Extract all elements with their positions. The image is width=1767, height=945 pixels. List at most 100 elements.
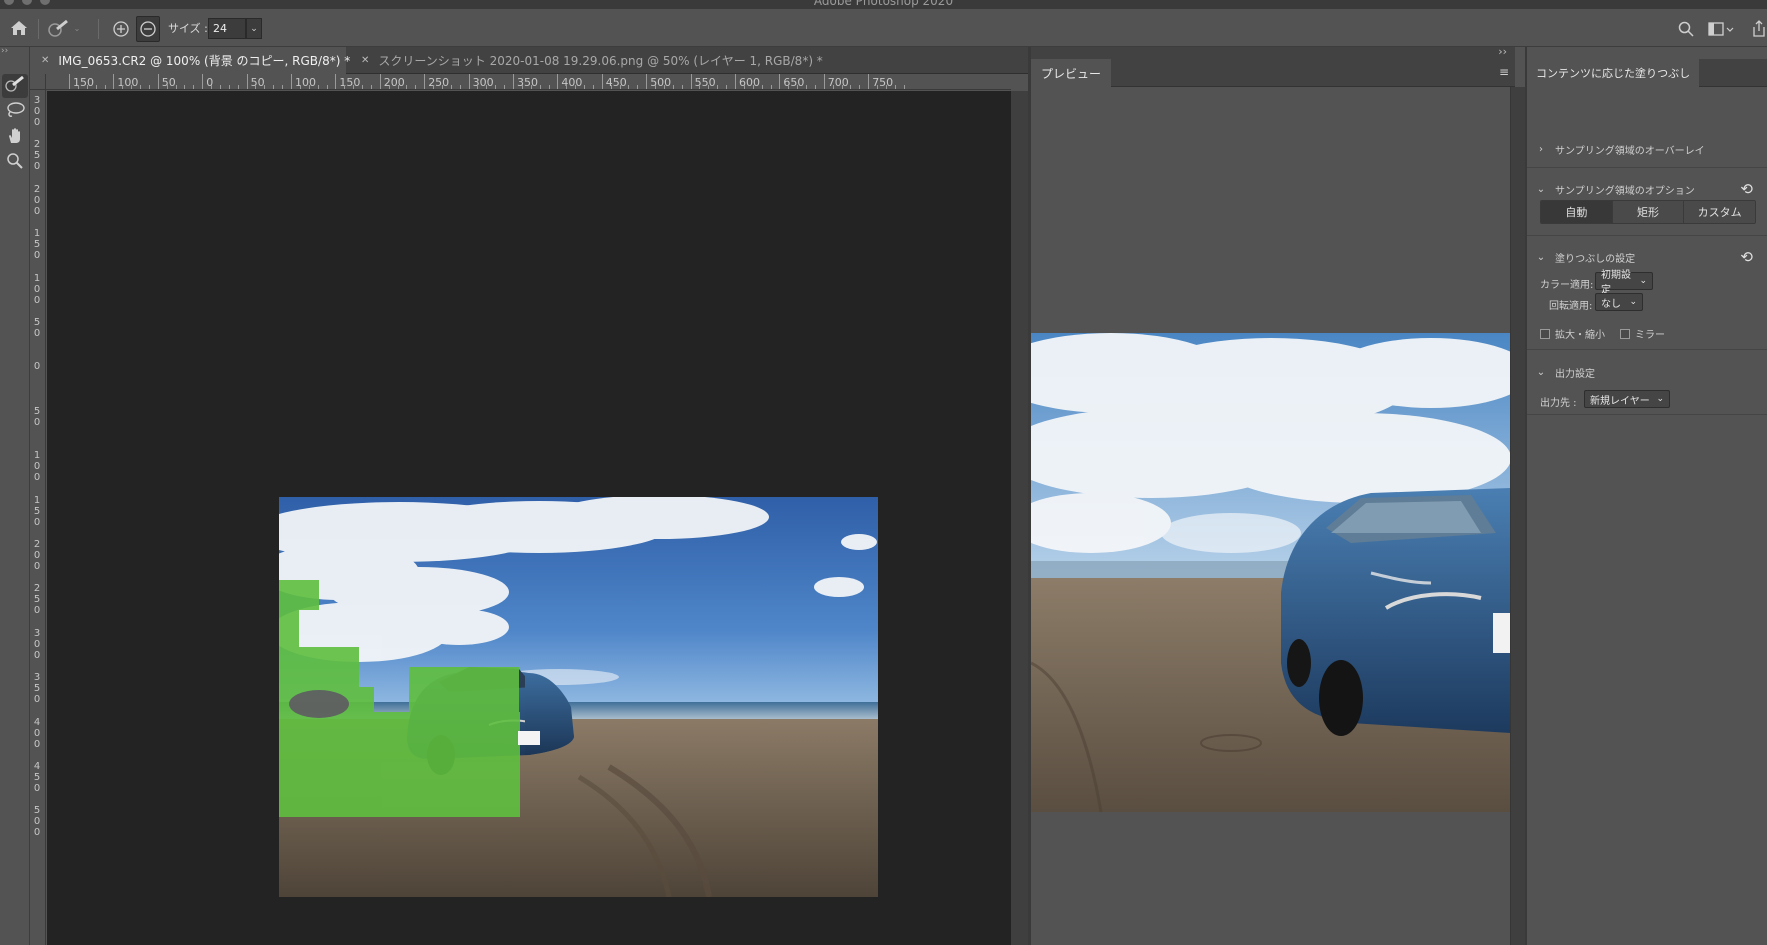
rotation-adaptation-select[interactable]: なし ⌄: [1595, 293, 1643, 311]
tools-panel: ››: [0, 46, 30, 945]
search-icon[interactable]: [1675, 18, 1697, 40]
content-aware-fill-panel: コンテンツに応じた塗りつぶし › サンプリング領域のオーバーレイ ⌄ サンプリン…: [1527, 47, 1767, 945]
ruler-minor-tick: [841, 85, 843, 89]
sampling-mode-rectangle-button[interactable]: 矩形: [1612, 201, 1685, 223]
ruler-minor-tick: [122, 85, 124, 89]
document-image[interactable]: [279, 497, 878, 897]
ruler-minor-tick: [903, 85, 905, 89]
ruler-minor-tick: [628, 85, 630, 89]
document-tab-label: スクリーンショット 2020-01-08 19.29.06.png @ 50% …: [378, 54, 823, 68]
ruler-minor-tick: [788, 85, 790, 89]
chevron-down-icon: ⌄: [1629, 297, 1637, 307]
size-input[interactable]: 24: [208, 18, 246, 39]
ruler-minor-tick: [219, 85, 221, 89]
hand-tool[interactable]: [2, 126, 28, 150]
zoom-tool[interactable]: [2, 151, 28, 175]
canvas-vertical-scrollbar[interactable]: [1011, 91, 1028, 945]
sampling-options-section[interactable]: ⌄ サンプリング領域のオプション ⟲: [1527, 180, 1767, 198]
magnifier-icon: [6, 152, 24, 174]
ruler-label: 250: [33, 139, 41, 173]
ruler-minor-tick: [299, 85, 301, 89]
reset-icon[interactable]: ⟲: [1740, 180, 1753, 198]
output-to-select[interactable]: 新規レイヤー ⌄: [1584, 390, 1670, 408]
close-icon[interactable]: ✕: [361, 55, 369, 66]
ruler-label: 50: [33, 317, 41, 339]
ruler-label: 100: [295, 76, 316, 89]
ruler-minor-tick: [717, 85, 719, 89]
lasso-tool[interactable]: [2, 100, 28, 124]
ruler-label: 50: [161, 76, 176, 89]
ruler-label: 300: [33, 95, 41, 128]
section-title: サンプリング領域のオーバーレイ: [1555, 145, 1705, 157]
ruler-label: 250: [428, 76, 450, 89]
chevron-right-icon: ›: [1539, 143, 1543, 155]
collapse-panel-icon[interactable]: ››: [1498, 45, 1507, 58]
tab-content-aware-fill[interactable]: コンテンツに応じた塗りつぶし: [1527, 59, 1700, 87]
chevron-down-icon: ⌄: [1639, 276, 1647, 286]
checkbox-box[interactable]: [1620, 328, 1630, 339]
rotation-adaptation-label: 回転適用:: [1549, 301, 1593, 312]
add-to-selection-icon[interactable]: [110, 18, 132, 40]
ruler-minor-tick: [362, 85, 364, 89]
document-tab-inactive[interactable]: ✕ スクリーンショット 2020-01-08 19.29.06.png @ 50…: [350, 47, 850, 74]
brush-preset-icon[interactable]: [46, 16, 72, 40]
chevron-down-icon: ⌄: [1536, 183, 1546, 195]
ruler-label: 350: [33, 672, 41, 706]
ruler-tick: [246, 74, 248, 89]
chevron-down-icon[interactable]: ⌄: [72, 22, 82, 34]
ruler-minor-tick: [610, 85, 612, 89]
section-title: サンプリング領域のオプション: [1555, 185, 1695, 197]
document-tab-active[interactable]: ✕ IMG_0653.CR2 @ 100% (背景 のコピー, RGB/8*) …: [30, 47, 350, 74]
size-dropdown-button[interactable]: ⌄: [246, 18, 262, 39]
ruler-minor-tick: [370, 85, 372, 89]
ruler-tick: [690, 74, 692, 89]
ruler-label: 500: [33, 805, 41, 839]
expand-tools-icon[interactable]: ››: [1, 46, 8, 56]
ruler-minor-tick: [548, 85, 550, 89]
ruler-label: 650: [783, 76, 805, 89]
share-icon[interactable]: [1750, 18, 1767, 40]
panel-menu-icon[interactable]: ≡: [1499, 65, 1509, 79]
color-adaptation-select[interactable]: 初期設定 ⌄: [1595, 270, 1653, 296]
preview-panel: [1031, 87, 1510, 945]
ruler-tick: [601, 74, 603, 89]
sampling-mode-auto-button[interactable]: 自動: [1541, 201, 1613, 223]
document-canvas[interactable]: [47, 91, 1011, 945]
ruler-minor-tick: [770, 85, 772, 89]
preview-panel-header: プレビュー ≡ ››: [1031, 45, 1515, 87]
scale-checkbox[interactable]: 拡大・縮小: [1540, 326, 1605, 341]
ruler-minor-tick: [433, 85, 435, 89]
ruler-label: 0: [33, 361, 41, 373]
preview-scrollbar[interactable]: [1510, 87, 1525, 945]
ruler-minor-tick: [752, 85, 754, 89]
preview-image[interactable]: [1031, 333, 1510, 812]
ruler-label: 450: [605, 76, 627, 89]
chevron-down-icon: ⌄: [250, 23, 258, 34]
ruler-minor-tick: [486, 85, 488, 89]
ruler-minor-tick: [193, 85, 195, 89]
home-icon[interactable]: [8, 17, 30, 39]
ruler-label: 50: [250, 76, 265, 89]
mirror-checkbox[interactable]: ミラー: [1620, 326, 1665, 341]
output-settings-section[interactable]: ⌄ 出力設定: [1527, 363, 1767, 381]
horizontal-ruler[interactable]: 150 100 50 0 50 100 150 200 250 300 350 400 450 500 55…: [46, 74, 1011, 90]
ruler-minor-tick: [663, 85, 665, 89]
checkbox-box[interactable]: [1540, 328, 1550, 339]
checkbox-label: 拡大・縮小: [1555, 330, 1605, 341]
ruler-label: 150: [33, 228, 41, 262]
workspace-icon[interactable]: [1706, 18, 1736, 40]
subtract-from-selection-icon[interactable]: [136, 16, 160, 42]
close-icon[interactable]: ✕: [41, 55, 49, 66]
fill-settings-section[interactable]: ⌄ 塗りつぶしの設定 ⟲: [1527, 248, 1767, 266]
reset-icon[interactable]: ⟲: [1740, 248, 1753, 266]
ruler-minor-tick: [681, 85, 683, 89]
ruler-minor-tick: [282, 85, 284, 89]
ruler-origin[interactable]: [30, 74, 46, 90]
sampling-overlay-section[interactable]: › サンプリング領域のオーバーレイ: [1527, 140, 1767, 158]
ruler-minor-tick: [308, 85, 310, 89]
sampling-mode-custom-button[interactable]: カスタム: [1684, 201, 1755, 223]
vertical-ruler[interactable]: 3002502001501005005010015020025030035040…: [30, 90, 46, 945]
sampling-brush-tool[interactable]: [2, 74, 28, 98]
tab-preview[interactable]: プレビュー: [1031, 59, 1112, 87]
ruler-tick: [779, 74, 781, 89]
